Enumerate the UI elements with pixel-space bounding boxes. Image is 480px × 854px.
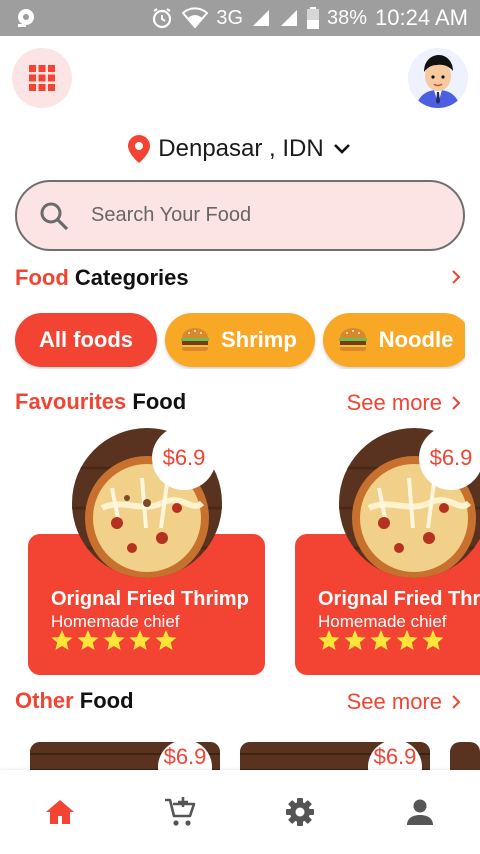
star-icons (51, 630, 177, 650)
signal-icon-2 (281, 10, 298, 26)
nav-settings[interactable] (270, 782, 330, 842)
profile-icon (407, 799, 433, 825)
status-right: 3G 38% 10:24 AM (150, 0, 468, 36)
favourites-title-accent: Favourites (15, 389, 127, 414)
chip-label: All foods (38, 327, 134, 352)
categories-title-accent: Food (15, 265, 69, 290)
alarm-icon (153, 8, 172, 29)
categories-title-rest: Categories (68, 265, 189, 290)
signal-icon (253, 10, 270, 26)
other-title-accent: Other (15, 688, 74, 713)
settings-icon (286, 798, 314, 826)
chevron-right-icon (452, 270, 461, 284)
see-more-label: See more (346, 689, 442, 714)
rating-stars (50, 629, 178, 653)
chip-label: Shrimp (221, 327, 297, 352)
network-label: 3G (216, 6, 244, 29)
price-label: $6.9 (373, 744, 417, 769)
grid-menu-icon (29, 65, 55, 91)
star-icons (318, 630, 444, 650)
home-icon (46, 800, 74, 824)
other-see-more[interactable]: See more (347, 689, 462, 715)
burger-icon (181, 328, 209, 352)
avatar[interactable] (408, 48, 468, 108)
cart-add-icon (165, 797, 196, 826)
favourites-list: $6.9 Orignal Fried Thrimp Homemade chief (0, 428, 480, 678)
price-label: $6.9 (429, 445, 473, 470)
battery-icon (307, 7, 320, 29)
categories-title: Food Categories (15, 265, 189, 291)
chip-shrimp[interactable]: Shrimp (165, 313, 315, 367)
price-badge: $6.9 (152, 428, 216, 490)
chevron-right-icon (452, 695, 461, 709)
chip-all-foods[interactable]: All foods (15, 313, 157, 367)
burger-icon (338, 328, 367, 352)
favourites-see-more[interactable]: See more (347, 390, 462, 416)
other-food-card[interactable] (450, 742, 480, 770)
favourites-title-rest: Food (126, 389, 187, 414)
price-badge: $6.9 (368, 740, 422, 770)
category-chips: All foods Shrimp Noodle (15, 313, 465, 369)
search-icon (40, 202, 69, 230)
nav-cart[interactable] (150, 782, 210, 842)
chip-noodle[interactable]: Noodle (322, 313, 465, 367)
favourites-title: Favourites Food (15, 389, 186, 415)
categories-more-button[interactable] (450, 268, 462, 286)
location-selector[interactable]: Denpasar , IDN (0, 135, 480, 163)
price-label: $6.9 (162, 445, 206, 470)
price-badge: $6.9 (158, 740, 212, 770)
status-bar: 3G 38% 10:24 AM (0, 0, 480, 36)
location-label: Denpasar , IDN (158, 135, 324, 162)
clock: 10:24 AM (375, 5, 468, 30)
other-food-list: $6.9 $6.9 (0, 740, 480, 770)
search-bar[interactable] (15, 180, 465, 251)
favourite-card[interactable]: $6.9 Orignal Fried Thrimp Homemade chief (295, 428, 480, 676)
favourite-card[interactable]: $6.9 Orignal Fried Thrimp Homemade chief (28, 428, 268, 676)
food-name: Orignal Fried Thrimp (51, 588, 249, 610)
rating-stars (317, 629, 445, 653)
chevron-right-icon (452, 396, 461, 410)
chip-label: Noodle (378, 327, 454, 352)
nav-home[interactable] (30, 782, 90, 842)
see-more-label: See more (346, 390, 442, 415)
bottom-navigation (0, 770, 480, 854)
price-label: $6.9 (163, 744, 207, 769)
search-input[interactable] (91, 204, 431, 227)
notification-icon (18, 9, 34, 27)
other-title: Other Food (15, 688, 134, 714)
nav-profile[interactable] (390, 782, 450, 842)
chevron-down-icon (333, 144, 350, 154)
price-badge: $6.9 (419, 428, 480, 490)
wifi-icon (182, 7, 209, 29)
battery-label: 38% (327, 6, 368, 29)
user-avatar-icon (408, 48, 468, 108)
location-pin-icon (128, 135, 151, 163)
menu-button[interactable] (12, 48, 72, 108)
food-name: Orignal Fried Thrimp (318, 588, 480, 610)
other-title-rest: Food (73, 688, 134, 713)
